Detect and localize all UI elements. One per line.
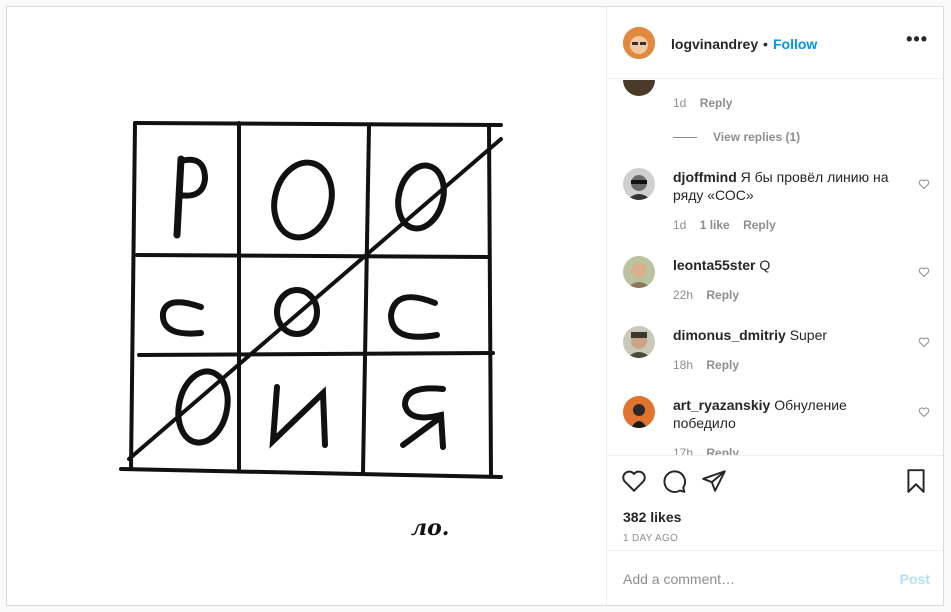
comment-meta: 22h Reply [673,288,749,302]
separator-dot: • [763,36,768,52]
post-timestamp[interactable]: 1 DAY AGO [623,533,678,544]
comment-text: dimonus_dmitriy Super [673,326,905,344]
author-avatar[interactable] [623,27,655,59]
comment-avatar[interactable] [623,396,655,428]
comment-like-icon[interactable] [918,266,930,278]
comment-like-icon[interactable] [918,336,930,348]
comment-meta: 1d Reply [673,96,742,110]
post-sidebar: logvinandrey • Follow ••• 1d Reply View … [606,7,943,605]
reply-button[interactable]: Reply [700,96,733,110]
comment-time: 1d [673,218,687,232]
comment-input[interactable] [623,571,873,587]
artist-signature: ло. [411,515,450,541]
comment-username[interactable]: leonta55ster [673,257,755,273]
comment-meta: 17h Reply [673,446,749,455]
add-comment-bar: Post [607,550,943,605]
comment-body: Q [759,257,771,273]
comment-body: Super [789,327,828,343]
comment-username[interactable]: djoffmind [673,169,737,185]
comment-avatar[interactable] [623,326,655,358]
reply-button[interactable]: Reply [706,446,739,455]
comment-avatar[interactable] [623,80,655,96]
comment-username[interactable]: art_ryazanskiy [673,397,770,413]
comment-like-icon[interactable] [918,178,930,190]
comment-time: 17h [673,446,694,455]
reply-button[interactable]: Reply [743,218,776,232]
reply-button[interactable]: Reply [706,358,739,372]
share-icon[interactable] [701,468,727,494]
comment-text: leonta55ster Q [673,256,905,274]
comment-like-icon[interactable] [918,406,930,418]
post-image[interactable]: ло. [7,7,606,605]
instagram-post: ло. logvinandrey • Follow ••• 1d Reply V… [6,6,944,606]
post-comment-button[interactable]: Post [900,571,930,587]
hand-drawn-grid-artwork [119,121,503,479]
comment-time: 1d [673,96,687,110]
post-actions: 382 likes 1 DAY AGO [607,455,943,552]
comment-text: djoffmind Я бы провёл линию на ряду «СОС… [673,168,905,204]
comment-meta: 1d 1 like Reply [673,218,786,232]
post-header: logvinandrey • Follow ••• [607,7,943,79]
reply-button[interactable]: Reply [706,288,739,302]
view-replies-button[interactable]: View replies (1) [713,130,800,144]
author-username[interactable]: logvinandrey [671,36,758,52]
view-replies-line [673,137,697,138]
heart-icon[interactable] [621,468,647,494]
comment-icon[interactable] [661,468,687,494]
comments-list[interactable]: 1d Reply View replies (1) djoffmind Я бы… [607,80,943,455]
comment-username[interactable]: dimonus_dmitriy [673,327,786,343]
likes-count[interactable]: 382 likes [623,509,681,525]
follow-button[interactable]: Follow [773,36,817,52]
comment-time: 22h [673,288,694,302]
more-options-icon[interactable]: ••• [906,29,928,50]
comment-meta: 18h Reply [673,358,749,372]
bookmark-icon[interactable] [903,468,929,494]
comment-avatar[interactable] [623,256,655,288]
comment-time: 18h [673,358,694,372]
comment-avatar[interactable] [623,168,655,200]
comment-likes[interactable]: 1 like [700,218,730,232]
comment-text: art_ryazanskiy Обнуление победило [673,396,905,432]
